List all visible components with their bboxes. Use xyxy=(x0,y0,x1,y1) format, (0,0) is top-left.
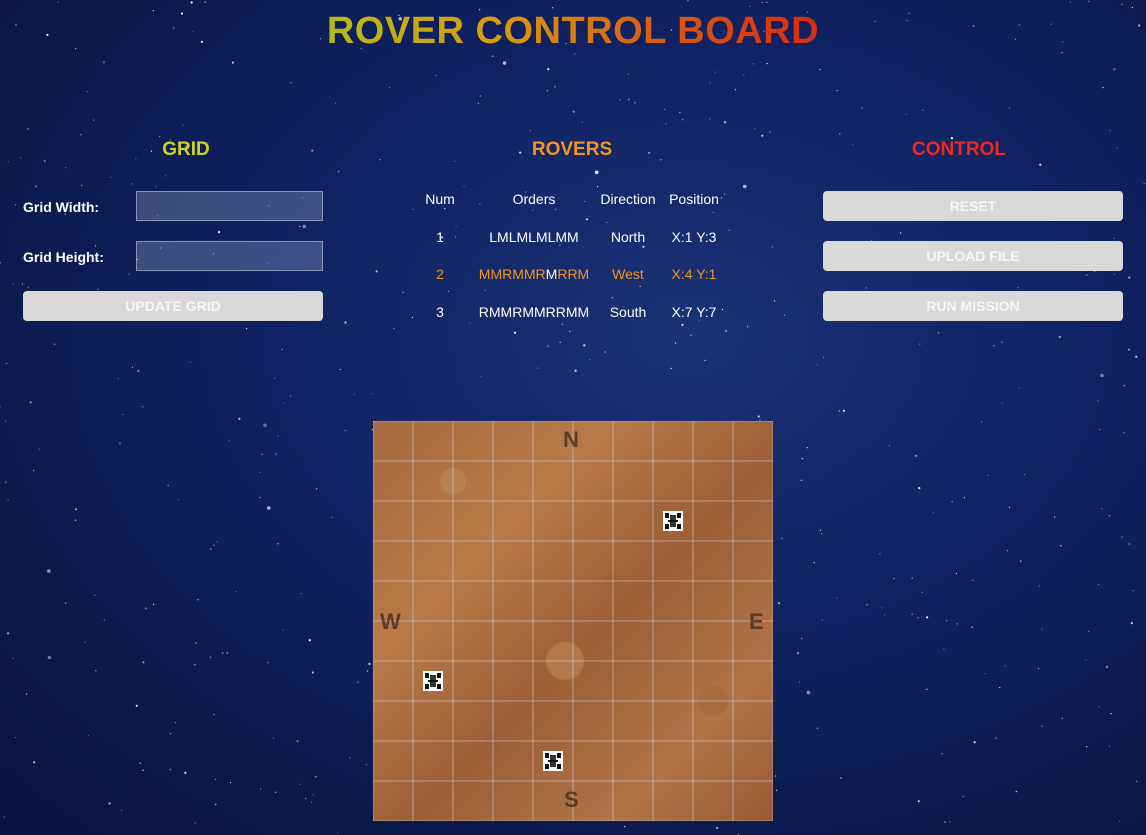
rover-orders: LMLMLMLMM xyxy=(489,229,579,245)
table-row: 3 RMMRMMRRMM South X:7 Y:7 xyxy=(400,304,740,328)
rover-num: 2 xyxy=(436,266,444,282)
rover-num: 3 xyxy=(436,304,444,320)
header-orders: Orders xyxy=(512,191,556,207)
update-grid-button[interactable]: UPDATE GRID xyxy=(23,291,323,321)
header-num: Num xyxy=(425,191,455,207)
control-section-title: CONTROL xyxy=(912,139,1006,160)
compass-east-label: E xyxy=(749,609,764,634)
compass-west-label: W xyxy=(380,609,401,634)
rovers-section-title: ROVERS xyxy=(531,139,613,160)
rover-position: X:7 Y:7 xyxy=(671,304,717,320)
grid-height-label: Grid Height: xyxy=(23,249,104,265)
header-position: Position xyxy=(669,191,719,207)
reset-button[interactable]: RESET xyxy=(823,191,1123,221)
rovers-table-header: Num Orders Direction Position xyxy=(400,191,740,215)
rover-position: X:4 Y:1 xyxy=(671,266,717,282)
rover-position: X:1 Y:3 xyxy=(671,229,717,245)
grid-section-title: GRID xyxy=(162,139,210,160)
current-order: M xyxy=(545,266,558,282)
rover-icon xyxy=(663,511,683,531)
grid-width-label: Grid Width: xyxy=(23,199,100,215)
rover-direction: North xyxy=(610,229,646,245)
compass-south-label: S xyxy=(564,787,579,812)
mars-grid-board: N S W E xyxy=(373,421,773,821)
rover-direction: West xyxy=(612,266,644,282)
table-row-active: 2 MMRMMRMRRM West X:4 Y:1 xyxy=(400,266,740,290)
compass-north-label: N xyxy=(563,427,579,452)
rover-icon xyxy=(423,671,443,691)
rover-num: 1 xyxy=(436,229,444,245)
grid-height-input[interactable] xyxy=(136,241,323,271)
rover-icon xyxy=(543,751,563,771)
rover-orders: RMMRMMRRMM xyxy=(478,304,590,320)
table-row: 1 LMLMLMLMM North X:1 Y:3 xyxy=(400,229,740,253)
rover-orders: MMRMMRMRRM xyxy=(478,266,590,282)
app-title: ROVER CONTROL BOARD xyxy=(326,10,820,52)
run-mission-button[interactable]: RUN MISSION xyxy=(823,291,1123,321)
header-direction: Direction xyxy=(600,191,656,207)
upload-file-button[interactable]: UPLOAD FILE xyxy=(823,241,1123,271)
rover-direction: South xyxy=(609,304,647,320)
grid-lines xyxy=(373,421,773,821)
grid-width-input[interactable] xyxy=(136,191,323,221)
